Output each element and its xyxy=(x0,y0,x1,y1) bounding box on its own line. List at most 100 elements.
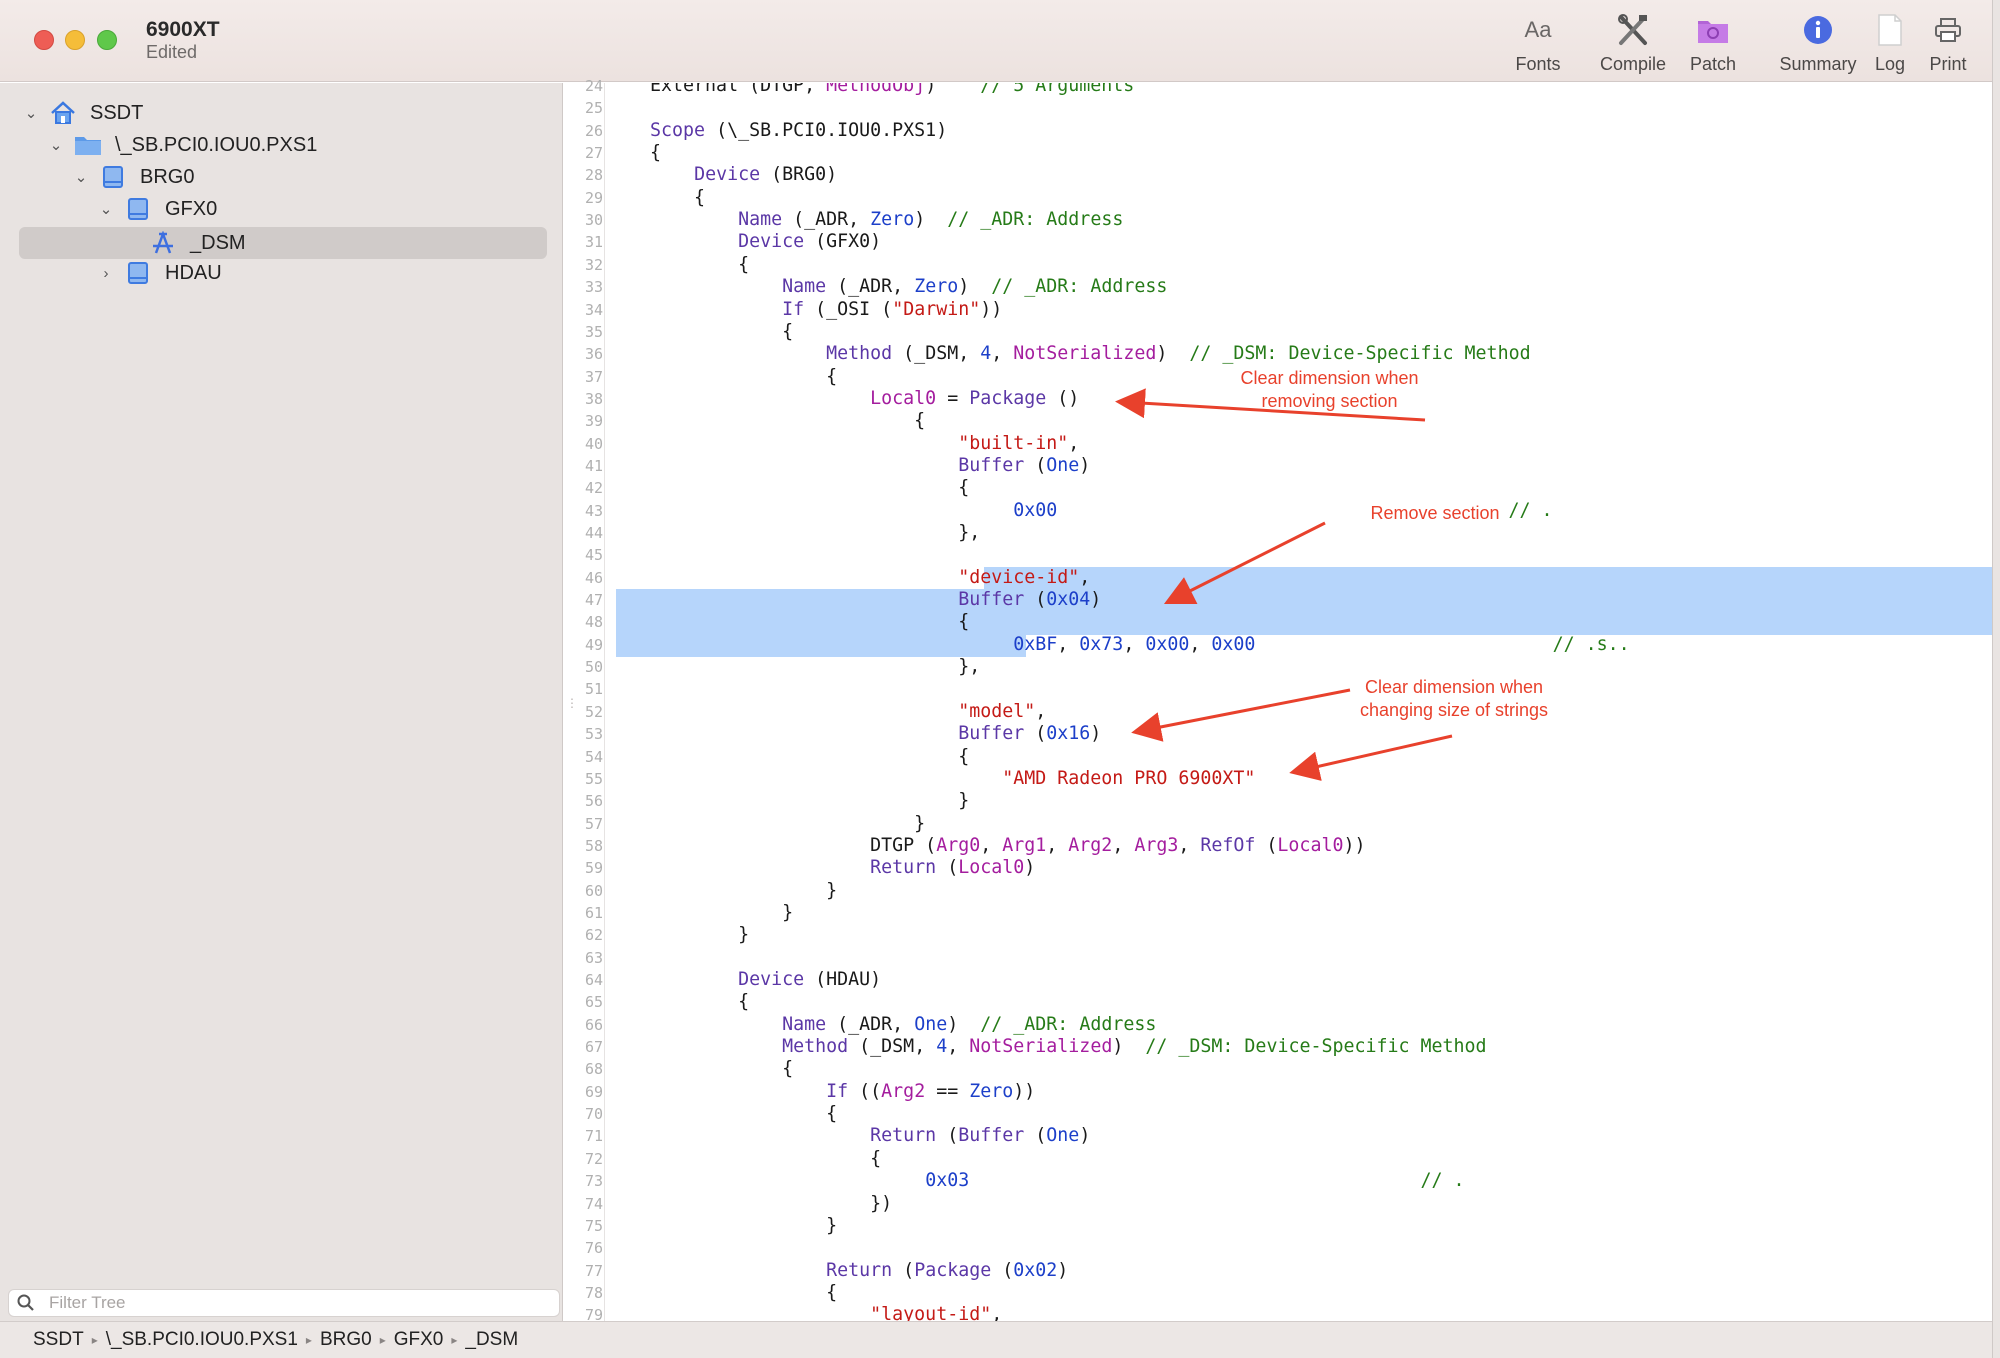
tree-item-dsm[interactable]: _DSM xyxy=(122,228,246,258)
breadcrumb-item[interactable]: GFX0 xyxy=(394,1329,444,1351)
code-token: = xyxy=(936,387,970,409)
print-label: Print xyxy=(1929,54,1967,74)
code-token: Arg2 xyxy=(1068,834,1113,856)
chevron-down-icon[interactable]: ⌄ xyxy=(97,200,115,218)
code-token: ( xyxy=(1024,1125,1047,1147)
zoom-window-button[interactable] xyxy=(97,30,117,50)
code-token: Name xyxy=(782,276,827,298)
fonts-button[interactable]: Aa Fonts xyxy=(1493,12,1583,75)
code-token: , xyxy=(991,343,1014,365)
code-token: Zero xyxy=(914,276,959,298)
code-line: { xyxy=(606,611,969,633)
code-token: (HDAU) xyxy=(804,969,882,990)
code-line: "device-id", xyxy=(606,567,1090,589)
chevron-right-icon: ▸ xyxy=(91,1333,98,1347)
code-token: }, xyxy=(606,522,981,543)
chevron-down-icon[interactable]: ⌄ xyxy=(22,104,40,122)
chevron-right-icon: ▸ xyxy=(451,1333,458,1347)
code-token: (_ADR, xyxy=(826,1013,915,1035)
code-token: { xyxy=(606,991,750,1013)
tree-item-brg0[interactable]: ⌄ BRG0 xyxy=(72,162,194,192)
close-window-button[interactable] xyxy=(34,30,54,50)
code-line: { xyxy=(606,1103,837,1125)
code-line: { xyxy=(606,142,661,164)
breadcrumb-item[interactable]: BRG0 xyxy=(320,1329,372,1351)
line-number: 24 xyxy=(584,77,603,95)
line-number: 45 xyxy=(584,546,603,565)
line-number: 51 xyxy=(584,680,603,699)
code-token: // _ADR: Address xyxy=(991,276,1168,298)
chevron-right-icon[interactable]: › xyxy=(97,265,115,282)
code-line: }, xyxy=(606,656,980,678)
tree-selection-highlight xyxy=(19,227,547,259)
chevron-down-icon[interactable]: ⌄ xyxy=(47,136,65,154)
code-line: Buffer (0x16) xyxy=(606,723,1101,745)
code-line: "model", xyxy=(606,701,1046,723)
code-line: 0x03 // . xyxy=(606,1170,1464,1192)
chevron-down-icon[interactable]: ⌄ xyxy=(72,168,90,186)
tree-item-ssdt[interactable]: ⌄ SSDT xyxy=(22,98,143,128)
chevron-right-icon: ▸ xyxy=(305,1333,312,1347)
line-number: 59 xyxy=(584,859,603,878)
tree-item-gfx0[interactable]: ⌄ GFX0 xyxy=(97,194,217,224)
breadcrumb-item[interactable]: \_SB.PCI0.IOU0.PXS1 xyxy=(106,1329,298,1351)
line-number: 40 xyxy=(584,434,603,453)
minimize-window-button[interactable] xyxy=(65,30,85,50)
code-token: (_OSI ( xyxy=(804,298,893,320)
code-line: { xyxy=(606,991,749,1013)
split-view-handle[interactable]: ⋮ xyxy=(566,696,578,710)
line-number: 55 xyxy=(584,769,603,788)
code-line: "layout-id", xyxy=(606,1304,1002,1321)
code-token: // _DSM: Device-Specific Method xyxy=(1145,1036,1487,1058)
code-token: // . xyxy=(1508,499,1553,521)
code-token: NotSerialized xyxy=(969,1036,1113,1058)
code-token: One xyxy=(1046,454,1080,476)
code-line: Method (_DSM, 4, NotSerialized) // _DSM:… xyxy=(606,343,1530,365)
tree-item-hdau[interactable]: › HDAU xyxy=(97,258,222,288)
line-number: 32 xyxy=(584,255,603,274)
code-editor[interactable]: External (DTGP, MethodObj) // 5 Argument… xyxy=(606,83,1992,1321)
code-token: ) xyxy=(1156,343,1190,365)
line-number: 37 xyxy=(584,367,603,386)
line-number: 27 xyxy=(584,144,603,163)
code-token: If xyxy=(782,298,805,320)
breadcrumb-item[interactable]: SSDT xyxy=(33,1329,84,1351)
line-number: 56 xyxy=(584,792,603,811)
tree-item-pxs1[interactable]: ⌄ \_SB.PCI0.IOU0.PXS1 xyxy=(47,130,318,160)
code-token: 0x00 xyxy=(1211,633,1256,655)
line-number: 44 xyxy=(584,524,603,542)
print-button[interactable]: Print xyxy=(1903,12,1993,75)
code-token: } xyxy=(606,879,838,901)
code-token: } xyxy=(606,790,970,812)
code-token: ( xyxy=(991,1259,1014,1281)
code-line: Device (GFX0) xyxy=(606,231,881,253)
code-token: { xyxy=(606,186,706,208)
filter-tree-field[interactable]: Filter Tree xyxy=(8,1289,560,1317)
code-token: , xyxy=(1068,432,1080,454)
code-token: (( xyxy=(848,1080,882,1102)
tree-item-label: GFX0 xyxy=(165,197,218,220)
code-token: { xyxy=(606,320,794,342)
code-line: Method (_DSM, 4, NotSerialized) // _DSM:… xyxy=(606,1036,1487,1058)
code-line: "built-in", xyxy=(606,433,1079,455)
code-token: Local0 xyxy=(1277,834,1344,856)
compile-button[interactable]: Compile xyxy=(1588,12,1678,75)
code-token: } xyxy=(606,901,794,923)
patch-button[interactable]: Patch xyxy=(1668,12,1758,75)
breadcrumb-item[interactable]: _DSM xyxy=(465,1329,518,1351)
line-number: 43 xyxy=(584,501,603,520)
line-number: 42 xyxy=(584,479,603,498)
code-line: Name (_ADR, Zero) // _ADR: Address xyxy=(606,276,1167,298)
filter-tree-placeholder: Filter Tree xyxy=(49,1293,126,1312)
code-token: Device xyxy=(694,164,761,186)
line-number: 70 xyxy=(584,1105,603,1124)
line-number: 49 xyxy=(584,635,603,654)
line-number: 35 xyxy=(584,322,603,341)
code-token: Buffer xyxy=(958,1125,1025,1147)
code-token: ) xyxy=(1057,1259,1069,1281)
window-edge xyxy=(1992,0,2000,1358)
line-number: 36 xyxy=(584,345,603,364)
